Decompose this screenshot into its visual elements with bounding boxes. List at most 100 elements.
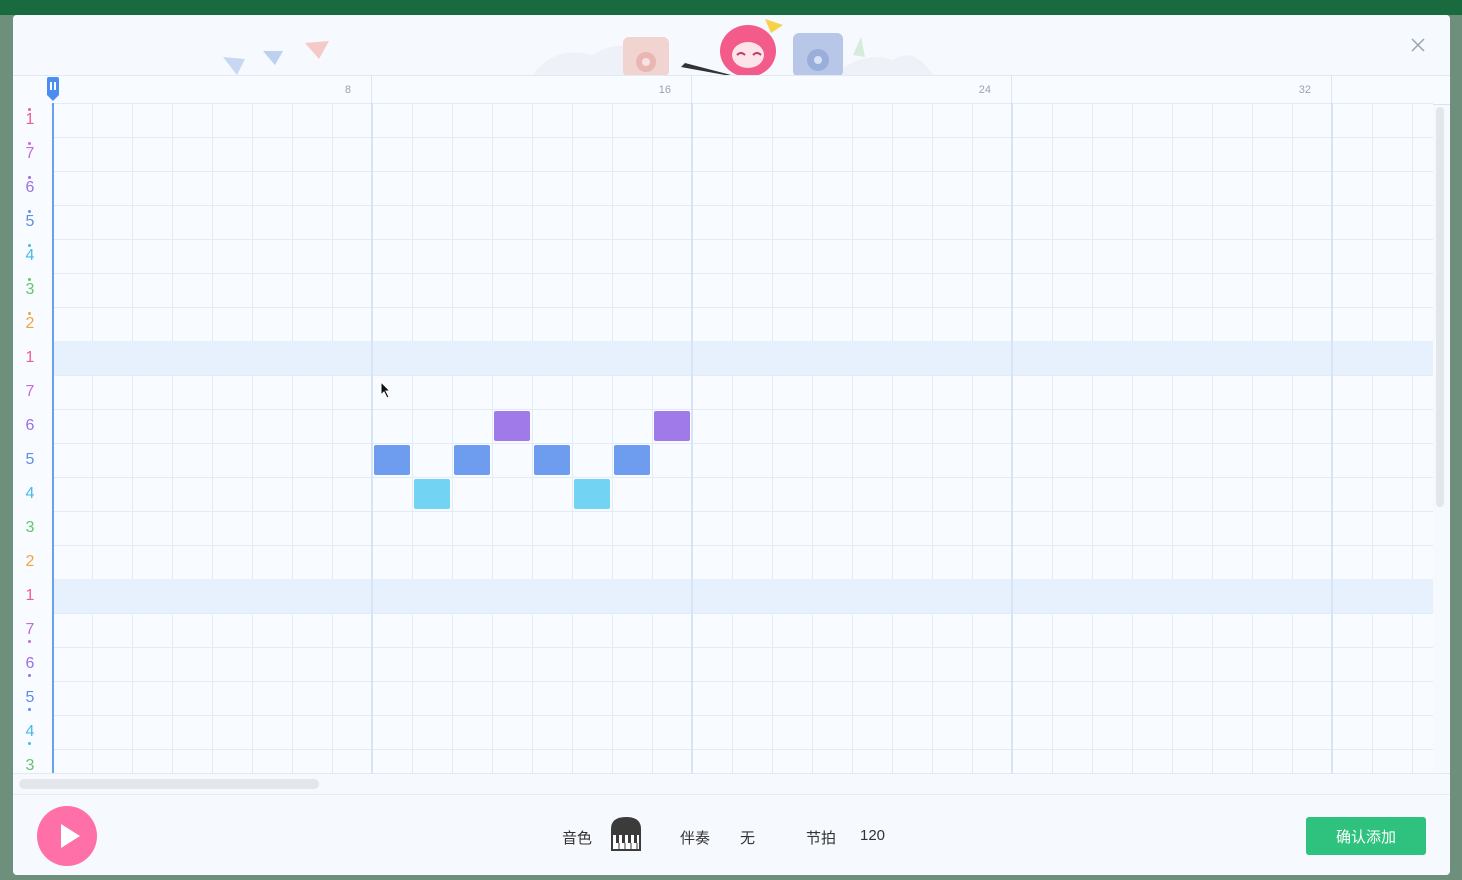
pitch-label[interactable]: 2 [21,545,39,579]
note-block[interactable] [574,479,610,509]
pitch-digit: 4 [25,485,35,502]
timbre-label: 音色 [562,830,593,847]
pitch-digit: 5 [25,689,35,706]
pitch-label[interactable]: 4 [21,477,39,511]
pitch-label[interactable]: 3 [21,273,39,307]
octave-dot [28,278,31,281]
pitch-digit: 1 [25,587,35,604]
pitch-digit: 7 [25,621,35,638]
play-button[interactable] [37,806,97,866]
play-icon [61,824,80,848]
accompaniment-label: 伴奏 [680,830,711,847]
note-block[interactable] [614,445,650,475]
pitch-digit: 6 [25,655,35,672]
ruler-label-8: 8 [344,84,351,96]
pitch-label[interactable]: 3 [21,749,39,773]
note-block[interactable] [494,411,530,441]
horizontal-scroll-track[interactable] [13,773,1450,795]
horizontal-scrollbar[interactable] [19,779,319,789]
pitch-digit: 7 [25,145,35,162]
tempo-label: 节拍 [806,830,837,847]
pitch-digit: 6 [25,179,35,196]
octave-dot [28,640,31,643]
bar-line [691,103,693,773]
ruler-tick [1331,76,1332,104]
timeline-ruler[interactable]: 8 16 24 32 [13,75,1450,105]
pitch-digit: 3 [25,281,35,298]
bar-line [1331,103,1333,773]
pitch-digit: 5 [25,451,35,468]
pitch-digit: 4 [25,247,35,264]
piano-icon [611,817,641,851]
bar-line [371,103,373,773]
pitch-label[interactable]: 2 [21,307,39,341]
pitch-label[interactable]: 5 [21,681,39,715]
pitch-label[interactable]: 5 [21,443,39,477]
bar-line [1011,103,1013,773]
pitch-label[interactable]: 6 [21,647,39,681]
music-editor-dialog: 8 16 24 32 17654321765432176543 音色 伴奏 无 … [13,15,1450,875]
octave-dot [28,742,31,745]
pitch-digit: 6 [25,417,35,434]
pitch-label[interactable]: 7 [21,137,39,171]
note-block[interactable] [534,445,570,475]
octave-dot [28,108,31,111]
pitch-digit: 2 [25,553,35,570]
octave-dot [28,708,31,711]
pitch-label[interactable]: 1 [21,103,39,137]
vertical-scrollbar[interactable] [1436,107,1444,507]
pitch-label[interactable]: 4 [21,715,39,749]
ruler-label-24: 24 [978,84,991,96]
ruler-label-32: 32 [1298,84,1311,96]
dialog-header [13,15,1450,75]
octave-highlight-row [52,341,1433,375]
pitch-digit: 3 [25,757,35,773]
tempo-value[interactable]: 120 [860,827,885,844]
ruler-tick [371,76,372,104]
octave-dot [28,674,31,677]
pitch-digit: 2 [25,315,35,332]
pitch-label[interactable]: 6 [21,409,39,443]
ruler-label-16: 16 [658,84,671,96]
octave-dot [28,176,31,179]
pitch-label[interactable]: 1 [21,579,39,613]
pitch-label[interactable]: 6 [21,171,39,205]
ruler-tick [1011,76,1012,104]
piano-roll: 1 7 6 5 4 3 2 1 7 6 5 4 3 2 1 7 6 5 4 3 [13,103,1433,773]
pitch-label[interactable]: 5 [21,205,39,239]
octave-dot [28,210,31,213]
pitch-digit: 4 [25,723,35,740]
pitch-label[interactable]: 4 [21,239,39,273]
ruler-tick [691,76,692,104]
confirm-add-button[interactable]: 确认添加 [1306,817,1426,855]
pitch-label[interactable]: 7 [21,613,39,647]
playhead-handle[interactable] [46,77,60,101]
close-button[interactable] [1408,35,1428,55]
pitch-digit: 1 [25,111,35,128]
pitch-digit: 3 [25,519,35,536]
note-grid[interactable] [52,103,1433,773]
dialog-footer: 音色 伴奏 无 节拍 120 确认添加 [13,794,1450,875]
note-block[interactable] [654,411,690,441]
note-block[interactable] [414,479,450,509]
octave-dot [28,244,31,247]
pitch-label[interactable]: 3 [21,511,39,545]
pitch-label-column: 1 7 6 5 4 3 2 1 7 6 5 4 3 2 1 7 6 5 4 3 [13,103,51,773]
mouse-cursor-icon [380,381,392,399]
header-illustration [223,19,933,75]
playhead-icon [47,77,59,101]
pitch-digit: 1 [25,349,35,366]
octave-dot [28,312,31,315]
note-block[interactable] [374,445,410,475]
timbre-selector[interactable] [607,815,645,855]
pitch-digit: 7 [25,383,35,400]
pitch-label[interactable]: 7 [21,375,39,409]
playhead-line [52,103,54,773]
octave-highlight-row [52,579,1433,613]
accompaniment-selector[interactable]: 无 [740,827,755,848]
pitch-digit: 5 [25,213,35,230]
close-icon [1411,38,1425,52]
octave-dot [28,142,31,145]
note-block[interactable] [454,445,490,475]
pitch-label[interactable]: 1 [21,341,39,375]
